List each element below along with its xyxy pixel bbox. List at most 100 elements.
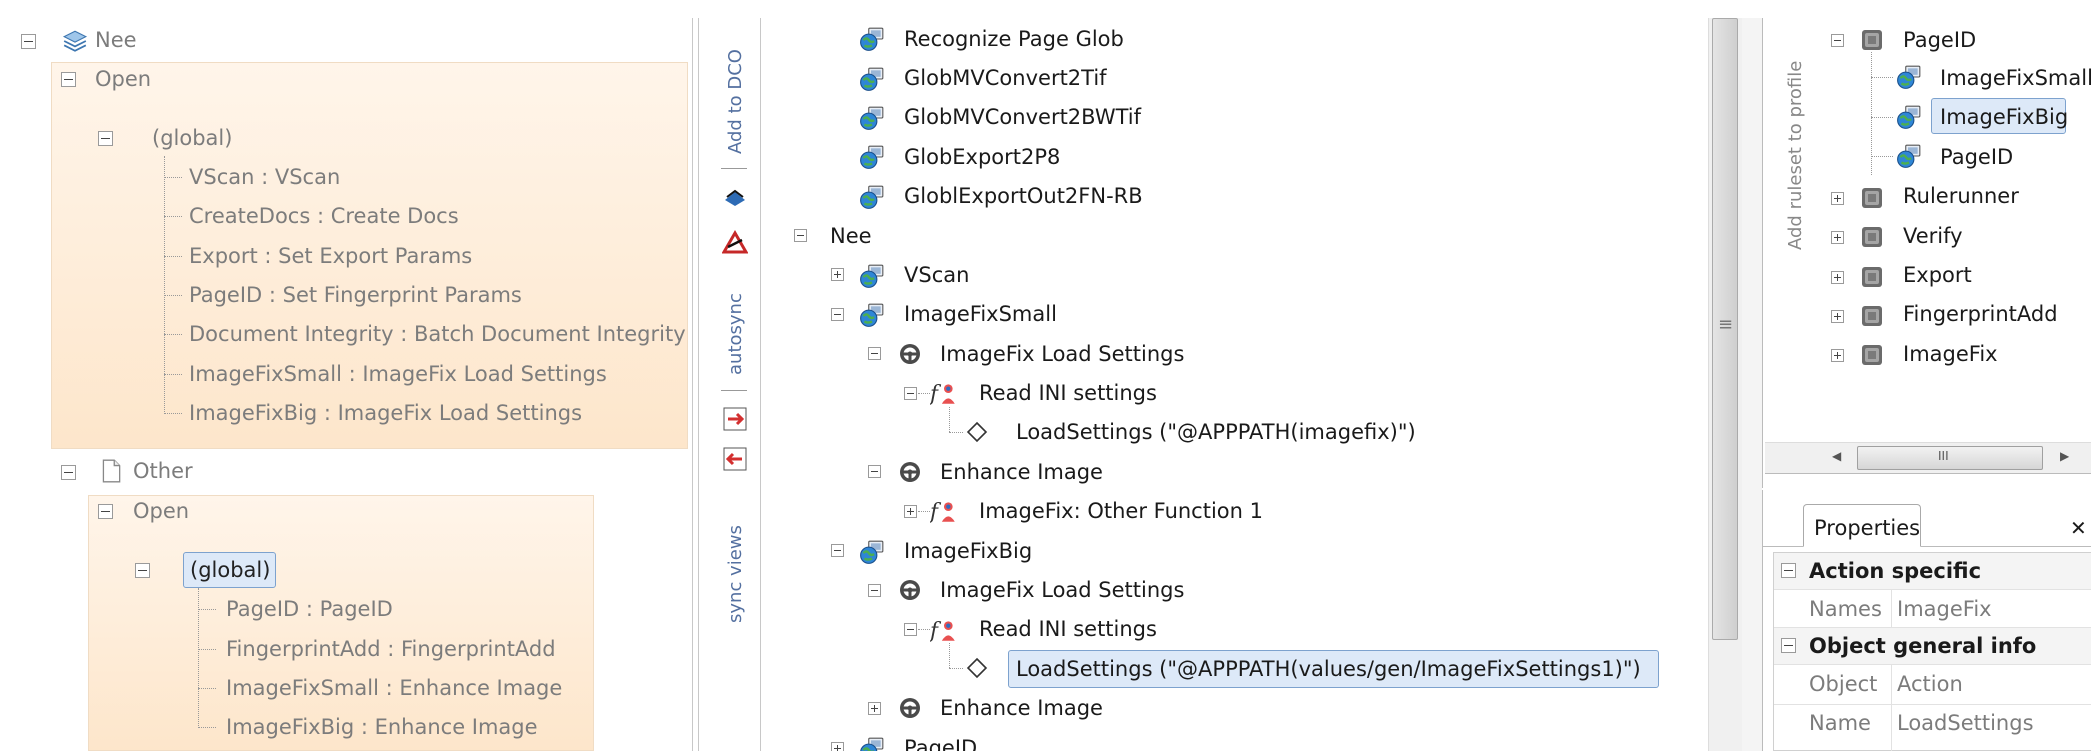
global-expander[interactable] [135,563,150,578]
list-item[interactable]: CreateDocs : Create Docs [189,201,459,231]
sync-views-button[interactable]: sync views [725,525,746,623]
transfer-icon[interactable] [722,186,748,212]
tree-node-imagefix-load-settings[interactable]: ImageFix Load Settings [940,575,1184,605]
pageid-expander[interactable] [831,742,844,751]
list-item[interactable]: FingerprintAdd : FingerprintAdd [226,634,556,664]
tree-node-imagefixbig-selected[interactable]: ImageFixBig [1940,102,2068,132]
left-panel-divider[interactable] [692,18,693,751]
open-expander[interactable] [61,72,76,87]
list-item[interactable]: PageID : PageID [226,594,393,624]
list-item[interactable]: ImageFixSmall : Enhance Image [226,673,562,703]
wheel-icon [898,578,922,602]
list-item[interactable]: PageID : Set Fingerprint Params [189,280,522,310]
list-item[interactable]: ImageFixBig : ImageFix Load Settings [189,398,582,428]
imagefix-expander[interactable] [1831,349,1844,362]
tree-node-enhance-image[interactable]: Enhance Image [940,457,1103,487]
pageid-expander[interactable] [1831,34,1844,47]
tree-node-pageid[interactable]: PageID [904,733,977,751]
load-settings-expander[interactable] [868,584,881,597]
vertical-toolbar: Add to DCO autosync sync views [714,18,756,751]
splitter-grip-icon[interactable]: ≡ [1718,310,1733,340]
nee-expander[interactable] [794,229,807,242]
tree-node-open[interactable]: Open [95,64,151,94]
tree-node-pageid[interactable]: PageID [1940,142,2013,172]
tree-node-vscan[interactable]: VScan [904,260,969,290]
panel-splitter[interactable] [1742,18,1762,751]
properties-tab-label[interactable]: Properties [1814,513,1920,543]
tree-node-globexport2p8[interactable]: GlobExport2P8 [904,142,1060,172]
tree-node-globmvconvert2bwtif[interactable]: GlobMVConvert2BWTif [904,102,1141,132]
add-ruleset-to-profile-button[interactable]: Add ruleset to profile [1785,61,1806,250]
add-to-dco-button[interactable]: Add to DCO [725,49,746,154]
load-settings-expander[interactable] [868,347,881,360]
object-general-expander[interactable] [1781,638,1796,653]
center-tree-panel: Recognize Page Glob GlobMVConvert2Tif Gl… [762,0,1702,751]
property-value[interactable]: ImageFix [1897,594,1992,624]
tree-node-global[interactable]: (global) [152,123,232,153]
close-icon[interactable]: ✕ [2070,513,2087,543]
tree-node-load-settings-call-selected[interactable]: LoadSettings ("@APPPATH(values/gen/Image… [1016,654,1641,684]
other-function-expander[interactable] [904,505,917,518]
hscroll-grip-icon[interactable]: III [1938,441,1949,471]
tree-node-imagefix-other-function[interactable]: ImageFix: Other Function 1 [979,496,1263,526]
property-value[interactable]: LoadSettings [1897,708,2034,738]
diamond-icon [965,420,989,444]
tree-node-fingerprintadd[interactable]: FingerprintAdd [1903,299,2058,329]
property-value[interactable]: Action [1897,669,1963,699]
scroll-left-icon[interactable]: ◀ [1832,441,1841,471]
scroll-right-icon[interactable]: ▶ [2060,441,2069,471]
tree-node-read-ini-settings[interactable]: Read INI settings [979,614,1157,644]
list-item[interactable]: Export : Set Export Params [189,241,472,271]
move-left-icon[interactable] [722,446,748,472]
enhance-image-expander[interactable] [868,702,881,715]
tree-node-load-settings-call[interactable]: LoadSettings ("@APPPATH(imagefix)") [1016,417,1416,447]
property-key: Names [1809,597,1882,621]
tree-node-other[interactable]: Other [133,456,193,486]
export-expander[interactable] [1831,271,1844,284]
tree-node-verify[interactable]: Verify [1903,221,1963,251]
autosync-toggle[interactable]: autosync [725,293,746,375]
tree-node-imagefixsmall[interactable]: ImageFixSmall [904,299,1057,329]
action-globe-icon [1895,143,1923,169]
move-right-icon[interactable] [722,406,748,432]
warning-sync-icon[interactable] [722,230,748,256]
tree-node-global-selected[interactable]: (global) [190,555,270,585]
tree-node-imagefix[interactable]: ImageFix [1903,339,1998,369]
action-globe-icon [858,105,886,131]
read-ini-expander[interactable] [904,623,917,636]
imagefixsmall-expander[interactable] [831,308,844,321]
action-specific-expander[interactable] [1781,563,1796,578]
verify-expander[interactable] [1831,231,1844,244]
list-item[interactable]: ImageFixBig : Enhance Image [226,712,538,742]
open-expander[interactable] [98,504,113,519]
imagefixbig-expander[interactable] [831,544,844,557]
list-item[interactable]: VScan : VScan [189,162,340,192]
vscan-expander[interactable] [831,268,844,281]
tree-node-pageid[interactable]: PageID [1903,25,1976,55]
tree-node-imagefixsmall[interactable]: ImageFixSmall [1940,63,2091,93]
other-expander[interactable] [61,465,76,480]
tree-node-rulerunner[interactable]: Rulerunner [1903,181,2019,211]
action-globe-icon [858,263,886,289]
global-expander[interactable] [98,131,113,146]
tree-node-nee[interactable]: Nee [95,25,137,55]
tree-node-export[interactable]: Export [1903,260,1972,290]
tree-node-imagefixbig[interactable]: ImageFixBig [904,536,1032,566]
tree-node-enhance-image[interactable]: Enhance Image [940,693,1103,723]
rulerunner-expander[interactable] [1831,192,1844,205]
list-item[interactable]: Document Integrity : Batch Document Inte… [189,319,686,349]
enhance-image-expander[interactable] [868,465,881,478]
tree-node-recognize-page-glob[interactable]: Recognize Page Glob [904,24,1124,54]
read-ini-expander[interactable] [904,387,917,400]
fingerprintadd-expander[interactable] [1831,310,1844,323]
tree-node-open[interactable]: Open [133,496,189,526]
nee-expander[interactable] [21,34,36,49]
tree-node-imagefix-load-settings[interactable]: ImageFix Load Settings [940,339,1184,369]
hscrollbar-thumb[interactable] [1857,446,2043,470]
list-item[interactable]: ImageFixSmall : ImageFix Load Settings [189,359,607,389]
tree-node-globlexportout2fn-rb[interactable]: GloblExportOut2FN-RB [904,181,1143,211]
tree-node-read-ini-settings[interactable]: Read INI settings [979,378,1157,408]
tree-node-nee[interactable]: Nee [830,221,872,251]
action-globe-icon [1895,64,1923,90]
tree-node-globmvconvert2tif[interactable]: GlobMVConvert2Tif [904,63,1107,93]
